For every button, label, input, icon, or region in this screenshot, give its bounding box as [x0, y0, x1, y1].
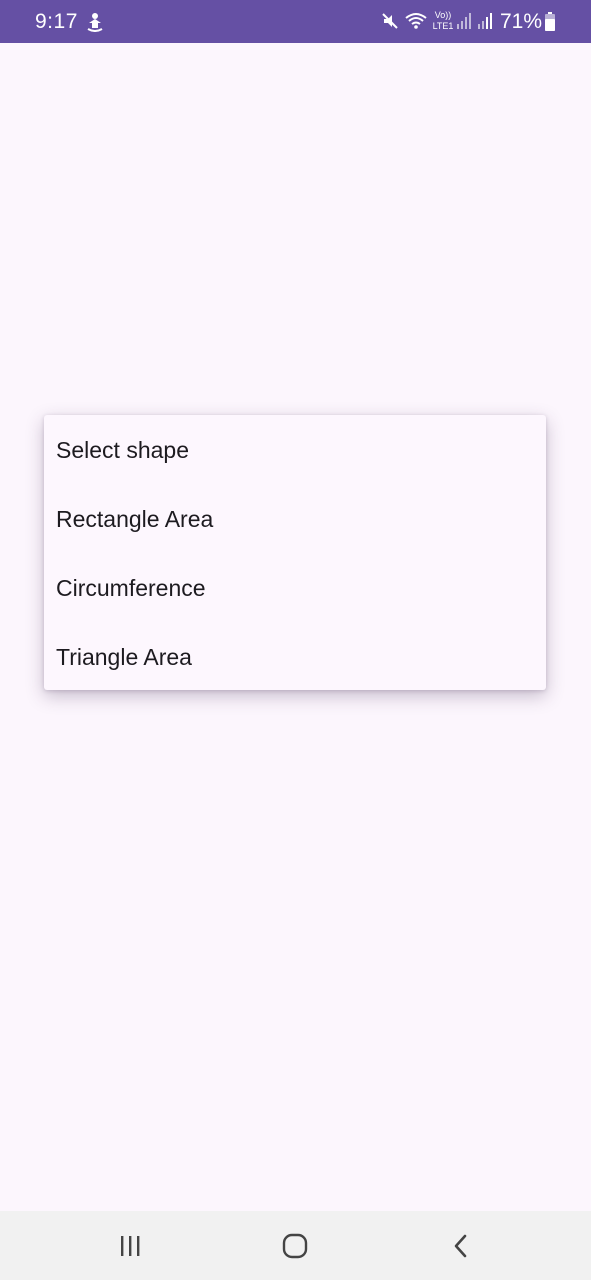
wifi-icon [404, 11, 428, 36]
notification-icon [86, 12, 104, 37]
battery-icon [544, 12, 556, 36]
home-button[interactable] [275, 1231, 315, 1261]
navigation-bar [0, 1211, 591, 1280]
shape-dropdown-menu: Select shape Rectangle Area Circumferenc… [44, 415, 546, 690]
dropdown-item-rectangle-area[interactable]: Rectangle Area [44, 485, 546, 554]
mute-icon [380, 11, 400, 36]
back-icon [454, 1234, 467, 1258]
dropdown-item-triangle-area[interactable]: Triangle Area [44, 623, 546, 692]
network-label-top: Vo)) [434, 10, 452, 20]
dropdown-item-select-shape[interactable]: Select shape [44, 416, 546, 485]
status-bar: 9:17 Vo)) LTE1 71% [0, 0, 591, 43]
signal-icon [456, 12, 496, 35]
back-button[interactable] [440, 1231, 480, 1261]
network-label: Vo)) LTE1 [431, 10, 455, 32]
home-icon [282, 1233, 308, 1259]
recent-apps-button[interactable] [110, 1231, 150, 1261]
battery-percent: 71% [500, 10, 543, 33]
network-label-bottom: LTE1 [432, 21, 454, 31]
status-time: 9:17 [35, 10, 78, 33]
dropdown-item-circumference[interactable]: Circumference [44, 554, 546, 623]
recent-apps-icon [121, 1236, 140, 1256]
